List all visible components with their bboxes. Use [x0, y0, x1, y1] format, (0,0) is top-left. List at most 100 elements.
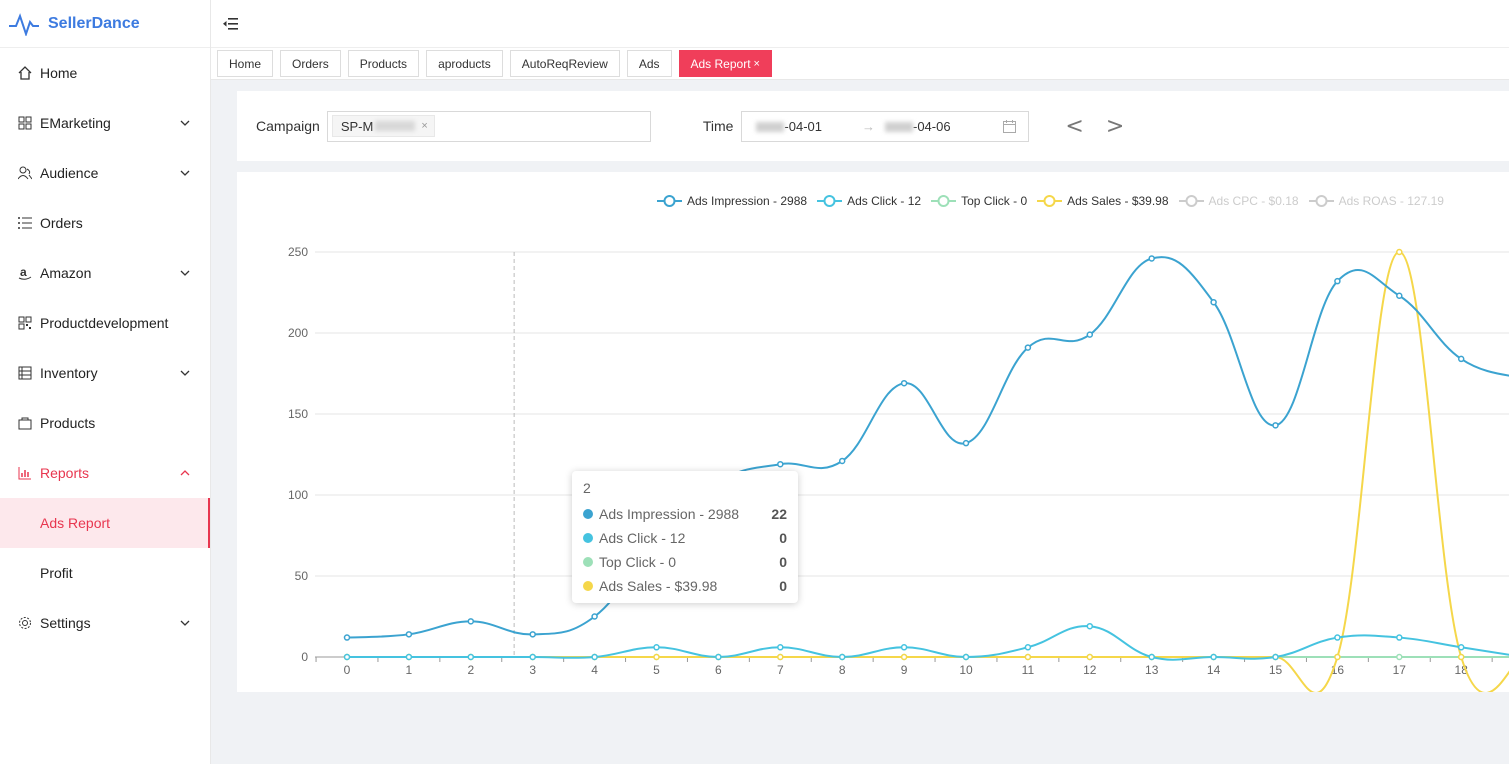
next-period-button[interactable]: >: [1106, 114, 1124, 139]
tooltip-row: Ads Click - 12 0: [583, 526, 787, 550]
y-tick-label: 0: [301, 650, 308, 664]
tooltip-series-name: Ads Impression - 2988: [599, 506, 740, 522]
data-point: [900, 644, 908, 651]
sidebar-item-label: Home: [40, 65, 78, 81]
app-logo[interactable]: SellerDance: [0, 0, 210, 48]
tab-home[interactable]: Home: [217, 50, 274, 77]
x-tick-label: 11: [1022, 663, 1035, 677]
qr-icon: [18, 316, 32, 330]
data-point: [1334, 634, 1341, 641]
tab-ads-report[interactable]: Ads Report ×: [678, 50, 772, 77]
data-point: [591, 613, 598, 620]
filter-panel: Campaign SP-M × Time -04-01 → -04-06 < >: [237, 91, 1509, 161]
x-tick-label: 12: [1083, 663, 1097, 677]
tooltip-row: Ads Impression - 2988 22: [583, 502, 787, 526]
data-point: [1334, 277, 1341, 285]
campaign-tag: SP-M ×: [331, 115, 435, 137]
data-point: [1210, 653, 1217, 661]
campaign-tag-redacted: [375, 121, 416, 131]
line-chart[interactable]: 0501001502002500 1 2 3 4 5 6 7 8 9 10 11 12 13 14 15 16 1…: [237, 172, 1509, 692]
tab-label: Home: [229, 56, 262, 71]
chart-tooltip: 2 Ads Impression - 2988 22 Ads Click - 12 0…: [572, 471, 798, 603]
sidebar-item-orders[interactable]: Orders: [0, 198, 210, 248]
campaign-select[interactable]: SP-M ×: [326, 110, 651, 142]
sidebar-subitem-ads-report[interactable]: Ads Report: [0, 498, 210, 548]
sidebar-item-label: Audience: [40, 165, 99, 181]
data-point: [838, 653, 846, 661]
sidebar-item-label: Settings: [40, 615, 91, 631]
tab-products[interactable]: Products: [347, 50, 420, 77]
end-date[interactable]: -04-06: [885, 119, 951, 134]
series-dot-icon: [583, 509, 593, 519]
data-point: [405, 631, 413, 638]
amazon-icon: a: [18, 266, 32, 280]
sidebar-item-label: EMarketing: [40, 115, 111, 131]
campaign-tag-close-icon[interactable]: ×: [421, 120, 427, 132]
data-point: [529, 653, 536, 661]
sidebar-item-audience[interactable]: Audience: [0, 148, 210, 198]
sidebar-item-emarketing[interactable]: EMarketing: [0, 98, 210, 148]
sidebar-item-productdevelopment[interactable]: Productdevelopment: [0, 298, 210, 348]
sidebar-menu: Home EMarketing Audience Orders a Amazon Produ…: [0, 48, 210, 648]
date-range-picker[interactable]: -04-01 → -04-06: [741, 110, 1030, 142]
data-point: [1024, 644, 1032, 651]
tab-close-icon[interactable]: ×: [754, 58, 760, 70]
data-point: [777, 644, 784, 651]
calendar-icon[interactable]: [1003, 119, 1017, 133]
start-date[interactable]: -04-01: [756, 119, 822, 134]
users-icon: [18, 166, 32, 180]
tab-label: AutoReqReview: [521, 56, 608, 71]
tab-ads[interactable]: Ads: [626, 50, 672, 77]
data-point: [1210, 298, 1217, 306]
inventory-icon: [18, 366, 32, 380]
y-tick-label: 150: [288, 407, 308, 421]
prev-period-button[interactable]: <: [1065, 114, 1083, 139]
sidebar-item-reports[interactable]: Reports: [0, 448, 210, 498]
tabs-bar: Home Orders Products aproducts AutoReqReview…: [211, 48, 1509, 80]
sidebar-item-products[interactable]: Products: [0, 398, 210, 448]
tab-autoreqreview[interactable]: AutoReqReview: [509, 50, 620, 77]
data-point: [467, 618, 475, 625]
x-tick-label: 4: [591, 663, 598, 677]
x-tick-label: 9: [901, 663, 908, 677]
svg-text:a: a: [20, 266, 27, 279]
tab-label: Ads: [638, 56, 660, 71]
menu-fold-icon[interactable]: [223, 17, 239, 31]
data-point: [1086, 653, 1094, 661]
tab-label: Products: [359, 56, 408, 71]
sidebar-item-amazon[interactable]: a Amazon: [0, 248, 210, 298]
sidebar-item-settings[interactable]: Settings: [0, 598, 210, 648]
tab-aproducts[interactable]: aproducts: [426, 50, 503, 77]
data-point: [653, 653, 660, 661]
tooltip-series-value: 0: [779, 554, 787, 570]
series-dot-icon: [583, 557, 593, 567]
x-tick-label: 6: [715, 663, 722, 677]
tab-label: Ads Report: [690, 56, 751, 71]
data-point: [1272, 422, 1279, 429]
series-line: [346, 256, 1509, 639]
data-point: [777, 653, 784, 661]
data-point: [405, 653, 413, 661]
sidebar-item-home[interactable]: Home: [0, 48, 210, 98]
tooltip-series-value: 0: [779, 578, 787, 594]
series-line: [347, 250, 1509, 692]
tooltip-series-name: Top Click - 0: [599, 554, 677, 570]
data-point: [467, 653, 475, 661]
x-tick-label: 13: [1145, 663, 1159, 677]
x-tick-label: 2: [467, 663, 474, 677]
x-tick-label: 7: [777, 663, 784, 677]
data-point: [591, 653, 598, 661]
sidebar-subitem-profit[interactable]: Profit: [0, 548, 210, 598]
series-dot-icon: [583, 581, 593, 591]
data-point: [1396, 634, 1403, 641]
pulse-logo-icon: [9, 12, 39, 36]
data-point: [1148, 255, 1155, 262]
tab-orders[interactable]: Orders: [280, 50, 341, 77]
sidebar-item-inventory[interactable]: Inventory: [0, 348, 210, 398]
tooltip-title: 2: [583, 480, 591, 496]
x-tick-label: 1: [406, 663, 413, 677]
app-name: SellerDance: [48, 14, 140, 32]
sidebar-item-label: Productdevelopment: [40, 315, 169, 331]
data-point: [1024, 344, 1032, 351]
data-point: [900, 379, 908, 387]
